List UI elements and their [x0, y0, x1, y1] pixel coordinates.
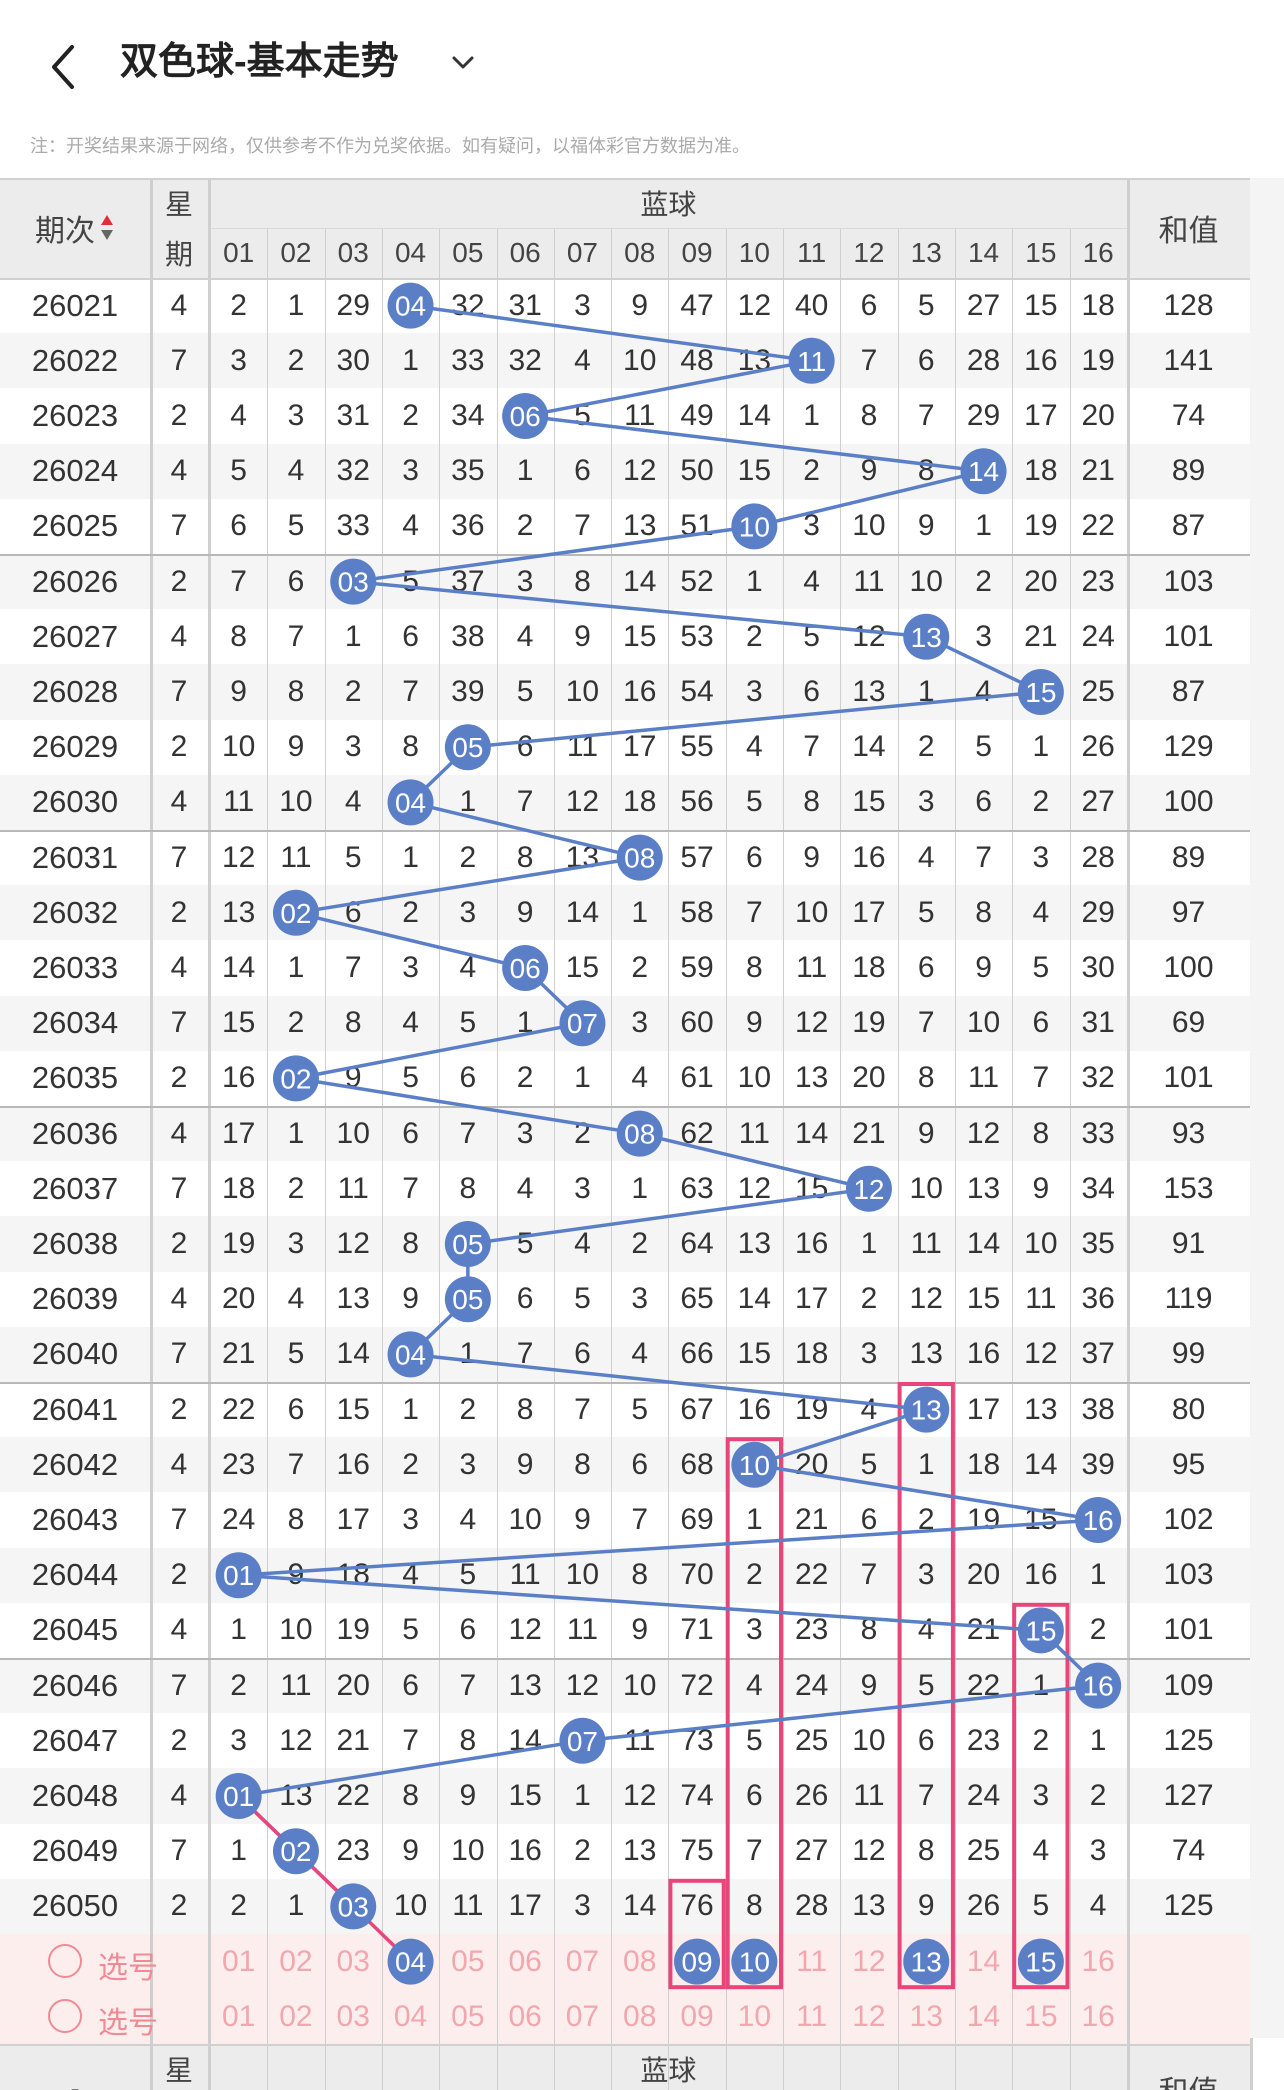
scroll-area — [1250, 178, 1284, 2038]
highlight-box — [897, 1382, 955, 1990]
blue-ball-number: 05 — [452, 732, 483, 763]
trend-line — [238, 1518, 1099, 1577]
blue-ball-number: 08 — [624, 1119, 655, 1150]
trend-line — [238, 1573, 1041, 1633]
chevron-down-icon — [452, 56, 474, 69]
blue-ball-number: 14 — [968, 456, 999, 487]
trend-line — [238, 1739, 583, 1798]
blue-ball-number: 06 — [510, 401, 541, 432]
blue-ball-number: 15 — [1025, 677, 1056, 708]
trend-line — [582, 1683, 1099, 1743]
trend-line — [467, 690, 1042, 749]
blue-ball-number: 02 — [280, 1836, 311, 1867]
blue-ball-number: 01 — [223, 1560, 254, 1591]
disclaimer-notice: 注：开奖结果来源于网络，仅供参考不作为兑奖依据。如有疑问，以福体彩官方数据为准。 — [30, 136, 750, 156]
trend-line — [353, 524, 755, 584]
blue-ball-number: 04 — [395, 1339, 426, 1370]
blue-ball-number: 08 — [624, 843, 655, 874]
back-button[interactable] — [40, 35, 90, 95]
highlight-box — [1012, 1602, 1070, 1990]
trend-chart: 04 11 06 14 10 03 13 15 05 04 08 02 06 07 02 08 12 05 05 04… — [215, 282, 1122, 1990]
blue-ball-number: 04 — [395, 787, 426, 818]
trend-line — [410, 1352, 927, 1412]
blue-ball-number: 03 — [338, 1891, 369, 1922]
trend-line — [524, 359, 812, 418]
chevron-left-icon — [52, 45, 74, 89]
blue-ball-number: 15 — [1025, 1615, 1056, 1646]
trend-line — [353, 579, 927, 639]
selected-ball-number: 04 — [395, 1947, 426, 1978]
highlight-box — [725, 1437, 784, 1990]
blue-ball-number: 12 — [853, 1174, 884, 1205]
blue-ball-number: 02 — [280, 898, 311, 929]
selected-ball-number: 10 — [739, 1947, 770, 1978]
title-dropdown[interactable] — [448, 48, 478, 78]
trend-line — [410, 800, 641, 860]
blue-ball-number: 16 — [1083, 1671, 1114, 1702]
blue-ball-number: 01 — [223, 1781, 254, 1812]
selected-ball-number: 15 — [1025, 1947, 1056, 1978]
blue-ball-number: 07 — [567, 1726, 598, 1757]
trend-line — [410, 303, 812, 363]
trend-line — [524, 414, 984, 473]
selected-ball-number: 09 — [681, 1947, 712, 1978]
trend-line — [754, 1463, 1099, 1522]
blue-ball-number: 04 — [395, 291, 426, 322]
trend-table: 期次星期蓝球 01 02 03 04 05 06 07 08 09 10 11 12 13 14 15 16 和值… — [0, 178, 1284, 2090]
blue-ball-number: 06 — [510, 953, 541, 984]
trend-line — [295, 1021, 583, 1081]
app-header: 双色球-基本走势 — [0, 0, 1284, 125]
blue-ball-number: 05 — [452, 1284, 483, 1315]
blue-ball-number: 13 — [911, 622, 942, 653]
trend-line — [753, 469, 984, 529]
trend-line — [295, 911, 526, 970]
blue-ball-number: 13 — [911, 1395, 942, 1426]
selected-ball-number: 13 — [911, 1947, 942, 1978]
page-title: 双色球-基本走势 — [120, 41, 399, 83]
trend-line — [295, 855, 641, 915]
blue-ball-number: 05 — [452, 1229, 483, 1260]
blue-ball-number: 10 — [739, 511, 770, 542]
blue-ball-number: 07 — [567, 1008, 598, 1039]
blue-ball-number: 10 — [739, 1450, 770, 1481]
trend-line — [639, 1131, 870, 1191]
trend-line — [467, 1187, 870, 1246]
blue-ball-number: 11 — [797, 346, 826, 377]
blue-ball-number: 03 — [338, 567, 369, 598]
blue-ball-number: 02 — [280, 1063, 311, 1094]
trend-line — [295, 1076, 641, 1136]
blue-ball-number: 16 — [1083, 1505, 1114, 1536]
